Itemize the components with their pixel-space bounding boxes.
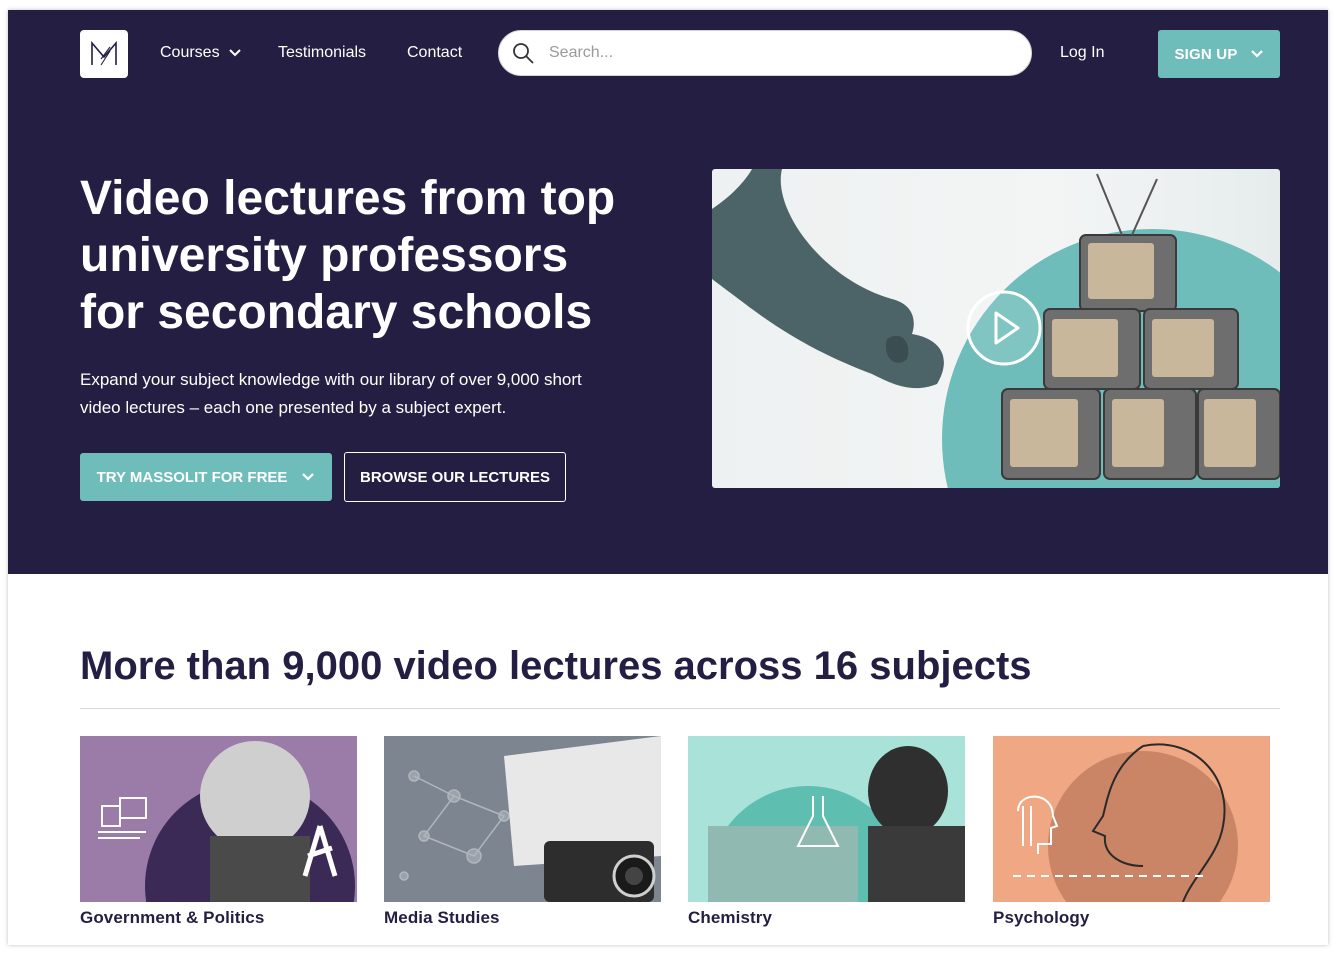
subject-label: Psychology <box>993 908 1090 927</box>
browse-lectures-label: BROWSE OUR LECTURES <box>359 468 550 486</box>
nav-courses[interactable]: Courses <box>160 44 242 62</box>
chevron-down-icon <box>228 49 241 57</box>
page: Courses Testimonials Contact Log In SIGN… <box>8 10 1328 945</box>
signup-label: SIGN UP <box>1174 45 1238 63</box>
subject-label: Government & Politics <box>80 908 265 927</box>
hero-title-line-3: for secondary schools <box>80 286 593 339</box>
ballot-box-icon <box>98 797 147 839</box>
hero-video[interactable] <box>712 169 1280 488</box>
search-input[interactable] <box>547 43 991 63</box>
subject-card-chemistry[interactable]: Chemistry <box>688 736 968 928</box>
subject-thumbnail <box>688 736 965 902</box>
browse-lectures-button[interactable]: BROWSE OUR LECTURES <box>344 452 566 502</box>
search-icon <box>513 43 534 64</box>
try-free-label: TRY MASSOLIT FOR FREE <box>96 468 288 486</box>
subject-card-psychology[interactable]: Psychology <box>993 736 1273 928</box>
nav-testimonials-label: Testimonials <box>278 44 367 61</box>
section-divider <box>80 708 1280 709</box>
signup-button[interactable]: SIGN UP <box>1158 30 1280 78</box>
chevron-down-icon <box>1250 50 1263 58</box>
nav-testimonials[interactable]: Testimonials <box>278 44 366 62</box>
nav-contact-label: Contact <box>407 44 463 61</box>
nav-contact[interactable]: Contact <box>407 44 462 62</box>
hero-illustration <box>712 169 1280 488</box>
try-free-button[interactable]: TRY MASSOLIT FOR FREE <box>80 453 332 501</box>
subject-label: Media Studies <box>384 908 500 927</box>
hero-title: Video lectures from top university profe… <box>80 170 680 341</box>
hero-subtitle: Expand your subject knowledge with our l… <box>80 366 680 422</box>
massolit-m-icon <box>91 40 117 66</box>
subject-card-media-studies[interactable]: Media Studies <box>384 736 664 928</box>
subject-card-government-politics[interactable]: Government & Politics <box>80 736 360 928</box>
chevron-down-icon <box>302 473 315 481</box>
site-logo[interactable] <box>80 30 128 78</box>
hero-title-line-2: university professors <box>80 229 569 282</box>
nav-courses-label: Courses <box>160 44 220 61</box>
subject-thumbnail <box>80 736 357 902</box>
subjects-title: More than 9,000 video lectures across 16… <box>80 644 1032 688</box>
play-icon[interactable] <box>966 290 1042 366</box>
subject-label: Chemistry <box>688 908 773 927</box>
login-link[interactable]: Log In <box>1060 44 1104 62</box>
hero-subtitle-line-2: video lectures – each one presented by a… <box>80 398 507 417</box>
subject-thumbnail <box>993 736 1270 902</box>
search-bar <box>498 30 1032 76</box>
camera-icon <box>612 854 656 898</box>
hero-title-line-1: Video lectures from top <box>80 172 616 225</box>
hero-subtitle-line-1: Expand your subject knowledge with our l… <box>80 370 582 389</box>
subject-thumbnail <box>384 736 661 902</box>
